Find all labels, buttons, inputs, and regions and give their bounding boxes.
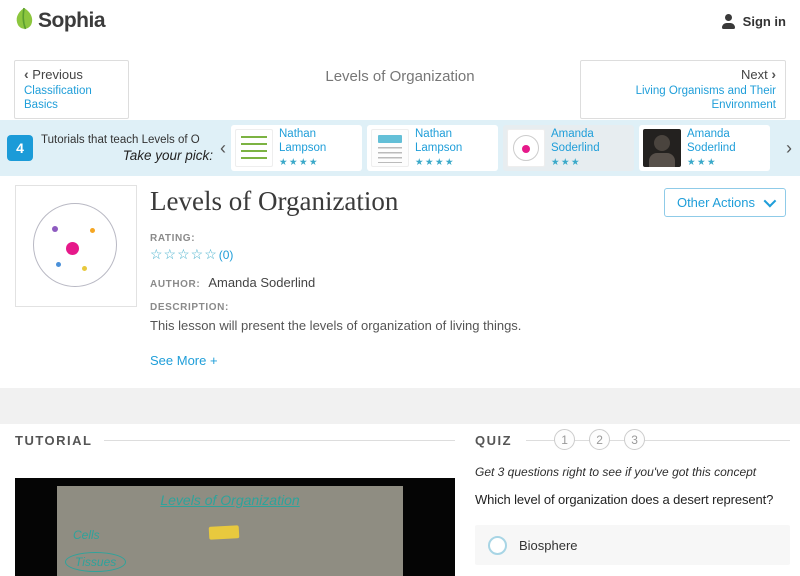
description-text: This lesson will present the levels of o… [150,318,522,333]
top-header: Sophia Sign in [0,0,800,42]
quiz-heading-row: QUIZ 1 2 3 [475,429,790,450]
page: Sophia Sign in ‹ Previous Classification… [0,0,800,576]
whiteboard-highlight-mark [208,525,240,540]
tutorial-count-badge: 4 [7,135,33,161]
tutorial-column: TUTORIAL Levels of Organization Cells Ti… [15,424,455,576]
next-label: Next [740,67,768,82]
sophia-leaf-icon [14,7,34,36]
whiteboard-title: Levels of Organization [160,492,300,508]
quiz-step-1[interactable]: 1 [554,429,576,450]
cell-nucleus [66,242,79,255]
quiz-heading: QUIZ [475,433,513,448]
person-icon [722,13,736,29]
sophia-logo[interactable]: Sophia [14,7,106,36]
picker-text: Tutorials that teach Levels of O Take yo… [41,134,217,163]
picker-pick-text: Take your pick: [122,147,213,163]
tutorial-author: Nathan Lampson [415,127,463,154]
tutorial-picker-strip: 4 Tutorials that teach Levels of O Take … [0,120,800,176]
radio-button-icon[interactable] [488,535,507,555]
chevron-right-icon: › [771,66,776,82]
tutorial-card[interactable]: Amanda Soderlind ★★★ [639,125,770,171]
lesson-nav: ‹ Previous Classification Basics Levels … [0,42,800,120]
whiteboard-label-tissues: Tissues [65,552,127,572]
sign-in-label: Sign in [742,13,786,29]
whiteboard-label-cells: Cells [73,528,100,542]
star-rating-icon: ★★★★ [279,157,320,169]
star-rating-icon: ★★★★ [415,157,456,169]
tutorial-author: Amanda Soderlind [551,127,600,154]
quiz-question: Which level of organization does a deser… [475,492,774,507]
logo-text: Sophia [38,9,106,32]
previous-title: Classification Basics [24,85,92,112]
tutorial-cards: Nathan Lampson ★★★★ Nathan Lampson ★★★★ … [231,125,770,171]
tutorial-video[interactable]: Levels of Organization Cells Tissues [15,478,455,576]
tutorial-heading: TUTORIAL [15,433,93,448]
tutorial-author: Nathan Lampson [279,127,327,154]
rating-stars: ☆☆☆☆☆(0) [150,246,625,263]
picker-teach-text: Tutorials that teach Levels of O [41,133,200,146]
quiz-step-2[interactable]: 2 [589,429,611,450]
lesson-main: Levels of Organization RATING: ☆☆☆☆☆(0) … [0,176,800,388]
author-row: AUTHOR: Amanda Soderlind [150,275,625,290]
description-label: DESCRIPTION: [150,302,229,313]
picker-scroll-right-button[interactable]: › [783,139,795,157]
quiz-column: QUIZ 1 2 3 Get 3 questions right to see … [475,424,790,576]
author-name: Amanda Soderlind [208,275,316,290]
tutorial-thumbnail [507,129,545,167]
tutorial-thumbnail [371,129,409,167]
picker-scroll-left-button[interactable]: ‹ [217,139,229,157]
star-rating-icon: ☆☆☆☆☆ [150,246,218,262]
star-rating-icon: ★★★ [687,157,718,169]
star-rating-icon: ★★★ [551,157,582,169]
tutorial-author: Amanda Soderlind [687,127,736,154]
quiz-intro-text: Get 3 questions right to see if you've g… [475,465,757,479]
quiz-option-label: Biosphere [519,537,578,553]
tutorial-thumbnail [643,129,681,167]
lesson-title: Levels of Organization [150,186,399,216]
quiz-option-biosphere[interactable]: Biosphere [475,525,790,565]
lesson-thumbnail [15,185,137,307]
see-more-link[interactable]: See More + [150,353,218,368]
tutorial-heading-row: TUTORIAL [15,433,455,448]
tutorial-card[interactable]: Nathan Lampson ★★★★ [367,125,498,171]
bottom-section: TUTORIAL Levels of Organization Cells Ti… [0,424,800,576]
lesson-info: Levels of Organization RATING: ☆☆☆☆☆(0) … [150,176,625,370]
author-label: AUTHOR: [150,279,201,290]
tutorial-thumbnail [235,129,273,167]
rating-label: RATING: [150,233,196,244]
sign-in-button[interactable]: Sign in [722,13,786,29]
chevron-left-icon: ‹ [220,138,226,158]
heading-rule [104,440,455,441]
tutorial-card[interactable]: Nathan Lampson ★★★★ [231,125,362,171]
rating-count-link[interactable]: (0) [219,248,234,262]
other-actions-button[interactable]: Other Actions [663,188,786,217]
section-divider [0,388,800,424]
next-button[interactable]: Next › Living Organisms and Their Enviro… [580,60,786,119]
tutorial-card-selected[interactable]: Amanda Soderlind ★★★ [503,125,634,171]
next-title: Living Organisms and Their Environment [635,85,776,112]
quiz-steps-line: 1 2 3 [526,429,790,450]
chevron-right-icon: › [786,138,792,158]
video-whiteboard: Levels of Organization Cells Tissues [57,486,403,576]
quiz-step-3[interactable]: 3 [624,429,646,450]
other-actions-label: Other Actions [676,195,755,210]
chevron-down-icon [763,194,777,208]
